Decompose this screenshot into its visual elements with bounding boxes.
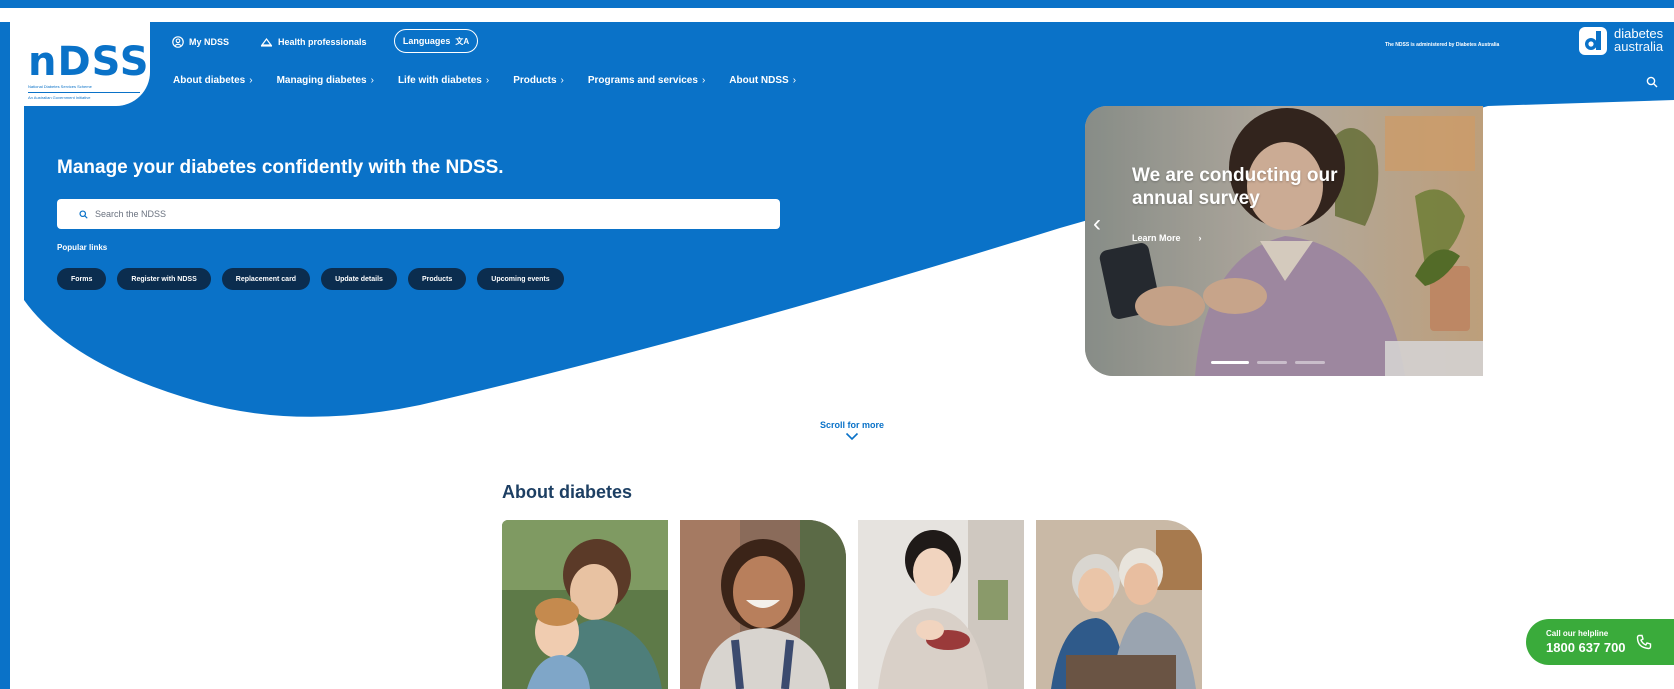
chevron-right-icon: ›	[1198, 233, 1202, 243]
logo-wordmark: nDSS	[28, 39, 150, 85]
chevron-right-icon: ›	[370, 75, 374, 86]
chip-products[interactable]: Products	[407, 268, 467, 290]
chip-forms[interactable]: Forms	[57, 268, 107, 290]
nav-managing-diabetes[interactable]: Managing diabetes ›	[277, 75, 374, 86]
logo-divider	[28, 92, 140, 93]
left-frame-bar	[0, 0, 10, 689]
nav-products[interactable]: Products ›	[513, 75, 564, 86]
carousel-dot[interactable]	[1257, 361, 1287, 364]
helpline-number: 1800 637 700	[1546, 640, 1626, 655]
about-card-image	[680, 520, 846, 689]
logo-tagline: National Diabetes Services Scheme	[28, 84, 92, 89]
nav-label: About NDSS	[729, 75, 789, 86]
ndss-logo[interactable]: nDSS National Diabetes Services Scheme A…	[10, 22, 150, 106]
administered-by-text: The NDSS is administered by Diabetes Aus…	[1385, 42, 1500, 48]
about-card[interactable]	[502, 520, 668, 689]
popular-links: Forms Register with NDSS Replacement car…	[57, 268, 564, 290]
popular-links-title: Popular links	[57, 243, 108, 252]
nav-label: Managing diabetes	[276, 75, 367, 86]
carousel-dot[interactable]	[1295, 361, 1325, 364]
chevron-right-icon: ›	[701, 75, 706, 86]
about-card-image	[1036, 520, 1202, 689]
about-card[interactable]	[1036, 520, 1202, 689]
chip-register-with-ndss[interactable]: Register with NDSS	[117, 268, 211, 290]
chevron-right-icon: ›	[249, 75, 253, 86]
about-diabetes-heading: About diabetes	[502, 482, 633, 502]
hero-title: Manage your diabetes confidently with th…	[57, 157, 504, 178]
helpline-label: Call our helpline	[1546, 629, 1609, 638]
chevron-right-icon: ›	[560, 75, 564, 86]
helpline-text: Call our helpline 1800 637 700	[1546, 629, 1626, 655]
chevron-right-icon: ›	[485, 75, 490, 86]
carousel-prev-arrow[interactable]: ‹	[1093, 210, 1101, 238]
hero-search[interactable]	[57, 199, 780, 229]
carousel-learn-more-link[interactable]: Learn More ›	[1132, 233, 1202, 243]
nav-label: Programs and services	[587, 75, 698, 86]
diabetes-australia-mark[interactable]	[1578, 26, 1608, 56]
health-professionals-label: Health professionals	[278, 37, 367, 47]
nav-about-ndss[interactable]: About NDSS ›	[729, 75, 796, 86]
scroll-for-more-link[interactable]: Scroll for more	[812, 420, 892, 430]
nav-programs-and-services[interactable]: Programs and services ›	[588, 75, 705, 86]
call-helpline-button[interactable]: Call our helpline 1800 637 700	[1526, 619, 1674, 665]
chip-upcoming-events[interactable]: Upcoming events	[477, 268, 564, 290]
about-diabetes-cards	[502, 520, 1202, 689]
carousel-indicators	[1211, 361, 1325, 364]
nav-about-diabetes[interactable]: About diabetes ›	[173, 75, 253, 86]
chevron-down-icon[interactable]	[845, 432, 859, 441]
search-icon	[79, 209, 88, 219]
search-icon[interactable]	[1646, 76, 1658, 88]
my-ndss-label: My NDSS	[189, 37, 230, 47]
search-input[interactable]	[95, 209, 695, 219]
translate-icon: 文A	[455, 36, 470, 46]
chip-update-details[interactable]: Update details	[321, 268, 397, 290]
about-card[interactable]	[858, 520, 1024, 689]
nav-label: About diabetes	[173, 75, 246, 86]
top-frame-gap	[0, 8, 1674, 22]
stethoscope-icon	[260, 38, 273, 47]
hero-carousel[interactable]: ‹ We are conducting our annual survey Le…	[1085, 106, 1483, 376]
my-ndss-link[interactable]: My NDSS	[172, 31, 229, 53]
diabetes-australia-logo[interactable]: diabetes australia	[1614, 27, 1663, 53]
about-card-image	[502, 520, 668, 689]
nav-label: Products	[513, 75, 557, 86]
carousel-dot[interactable]	[1211, 361, 1249, 364]
about-card[interactable]	[680, 520, 846, 689]
nav-life-with-diabetes[interactable]: Life with diabetes ›	[398, 75, 489, 86]
nav-label: Life with diabetes	[397, 75, 482, 86]
about-card-image	[858, 520, 1024, 689]
logo-subtagline: An Australian Government Initiative	[28, 95, 91, 100]
chevron-right-icon: ›	[792, 75, 797, 86]
chip-replacement-card[interactable]: Replacement card	[221, 268, 311, 290]
carousel-slide-title: We are conducting our annual survey	[1132, 165, 1338, 209]
main-nav: About diabetes › Managing diabetes › Life …	[173, 75, 796, 86]
languages-label: Languages	[402, 36, 451, 46]
phone-icon	[1636, 634, 1651, 650]
top-frame-bar	[0, 0, 1674, 8]
health-professionals-link[interactable]: Health professionals	[260, 31, 367, 53]
learn-more-label: Learn More	[1132, 233, 1181, 243]
languages-button[interactable]: Languages 文A	[394, 29, 478, 53]
partner-logo-line2: australia	[1614, 39, 1664, 54]
user-icon	[172, 36, 184, 48]
